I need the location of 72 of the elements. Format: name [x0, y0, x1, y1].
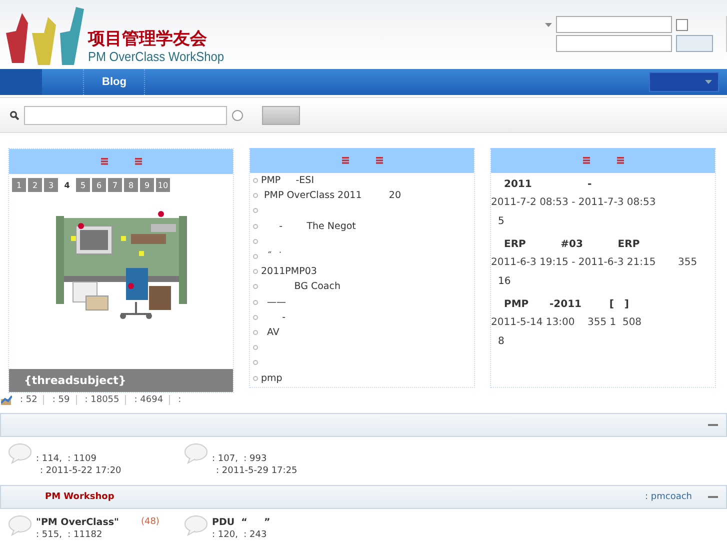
search-button[interactable]	[262, 106, 300, 124]
remember-checkbox[interactable]	[676, 18, 688, 30]
username-field[interactable]	[556, 16, 672, 33]
last-post-time: : 2011-5-29 17:25	[215, 466, 298, 476]
page-link[interactable]: 8	[124, 178, 138, 192]
thread-link[interactable]: BG Coach	[253, 279, 474, 294]
logo-subtitle: PM OverClass WorkShop	[88, 49, 224, 65]
stat-item: : 4694	[126, 395, 170, 405]
page-link[interactable]: 10	[156, 178, 170, 192]
last-post-time: : 2011-5-22 17:20	[39, 466, 122, 476]
today-count: (48)	[140, 517, 160, 528]
forum-name[interactable]: "PM OverClass"	[36, 517, 119, 528]
speech-bubble-icon	[8, 515, 32, 536]
section-title[interactable]: PM Workshop	[45, 492, 114, 502]
thread-link[interactable]: ——	[253, 294, 474, 310]
nav-tab[interactable]: Blog	[83, 69, 146, 95]
list-icon	[616, 157, 624, 164]
search-field[interactable]	[24, 106, 227, 124]
event-time: 2011-7-2 08:53 - 2011-7-3 08:53	[491, 196, 657, 210]
list-icon	[582, 157, 590, 164]
radio-button[interactable]	[232, 110, 243, 120]
stat-item: : 18055	[76, 395, 126, 405]
thread-link[interactable]: PMP OverClass 2011 20	[253, 188, 474, 204]
thread-subject-caption[interactable]: {threadsubject}	[9, 369, 233, 392]
list-icon	[134, 158, 142, 165]
page-link[interactable]: 6	[92, 178, 106, 192]
nav-dropdown[interactable]	[649, 72, 719, 92]
search-icon	[10, 110, 19, 120]
moderator-link[interactable]: : pmcoach	[645, 492, 692, 502]
thread-link[interactable]: -	[253, 310, 474, 325]
event-title[interactable]: PMP -2011 [ ]	[491, 293, 715, 313]
event-count: 16	[497, 275, 512, 289]
list-icon	[100, 158, 108, 165]
login-button[interactable]	[676, 35, 713, 52]
list-icon	[376, 157, 382, 164]
stat-item: : 59	[44, 395, 77, 405]
forum-stats: : 107, : 993	[212, 454, 268, 464]
speech-bubble-icon	[184, 443, 208, 464]
event-time: 2011-6-3 19:15 - 2011-6-3 21:15 355	[491, 256, 698, 270]
speech-bubble-icon	[184, 515, 208, 536]
event-title[interactable]: 2011 -	[491, 173, 715, 193]
event-count: 8	[497, 335, 506, 349]
logo-title: 项目管理学友会	[88, 29, 208, 49]
event-count: 5	[497, 215, 506, 229]
caret-icon	[705, 80, 712, 84]
thread-link[interactable]: AV	[253, 324, 474, 340]
thread-link[interactable]: 2011PMP03	[253, 264, 474, 280]
list-icon	[342, 157, 348, 164]
stat-item: : 52	[12, 395, 44, 405]
page-link[interactable]: 4	[60, 178, 74, 192]
chart-icon	[1, 395, 12, 405]
speech-bubble-icon	[8, 443, 32, 464]
event-title[interactable]: ERP #03 ERP	[491, 233, 715, 253]
home-tab[interactable]	[0, 69, 42, 95]
page-link[interactable]: 9	[140, 178, 154, 192]
thread-link[interactable]: PMP -ESI	[253, 173, 474, 188]
page-link[interactable]: 7	[108, 178, 122, 192]
forum-stats: : 515, : 11182	[36, 530, 104, 540]
page-link[interactable]: 5	[76, 178, 90, 192]
thread-link[interactable]: pmp	[253, 370, 474, 386]
event-time: 2011-5-14 13:00 355 1 508	[491, 316, 643, 330]
forum-stats: : 114, : 1109	[36, 454, 98, 464]
dropdown-caret-icon	[545, 22, 552, 26]
thread-link[interactable]: ˝ ˙	[253, 248, 474, 264]
thread-link[interactable]: - The Negot	[253, 218, 474, 234]
forum-name[interactable]: PDU “ ”	[212, 517, 270, 528]
page-link[interactable]: 1	[12, 178, 26, 192]
password-field[interactable]	[556, 35, 672, 52]
page-link[interactable]: 3	[44, 178, 58, 192]
forum-stats: : 120, : 243	[212, 530, 268, 540]
page-link[interactable]: 2	[28, 178, 42, 192]
stat-item: :	[177, 395, 182, 405]
